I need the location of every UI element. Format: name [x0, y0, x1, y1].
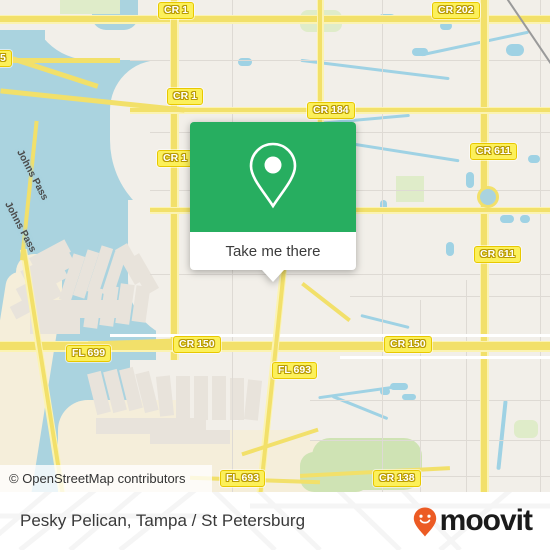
- minor-road-v5: [540, 0, 542, 492]
- pond-8: [520, 215, 530, 223]
- moovit-wordmark: moovit: [439, 504, 533, 537]
- attribution-text: © OpenStreetMap contributors: [9, 471, 186, 486]
- roundabout-cr611: [477, 186, 499, 208]
- minor-road-v4: [466, 280, 468, 492]
- page-title: Pesky Pelican, Tampa / St Petersburg: [20, 492, 305, 550]
- map-pin-icon: [246, 140, 300, 215]
- canal-block-c: [60, 300, 130, 318]
- footer-bar: Pesky Pelican, Tampa / St Petersburg moo…: [0, 492, 550, 550]
- shield-cr138[interactable]: CR 138: [373, 470, 421, 487]
- minor-road-v3: [382, 0, 384, 492]
- shield-edge-left[interactable]: 5: [0, 50, 12, 67]
- park-north-strip: [60, 0, 120, 14]
- park-east-small: [514, 420, 538, 438]
- moovit-smiley-pin-icon: [413, 507, 437, 537]
- moovit-map-screen: 5 CR 1 CR 202 CR 1 CR 184 CR 1 CR 611 CR…: [0, 0, 550, 550]
- pond-5: [466, 172, 474, 188]
- map-canvas[interactable]: 5 CR 1 CR 202 CR 1 CR 184 CR 1 CR 611 CR…: [0, 0, 550, 492]
- moovit-logo[interactable]: moovit: [413, 492, 533, 550]
- location-popup[interactable]: Take me there: [190, 122, 356, 282]
- shield-cr1-north[interactable]: CR 1: [158, 2, 194, 19]
- shield-cr150-east[interactable]: CR 150: [384, 336, 432, 353]
- minor-road-h5: [350, 296, 550, 298]
- shield-cr611-north[interactable]: CR 611: [470, 143, 518, 160]
- pond-9: [446, 242, 454, 256]
- pond-4: [506, 44, 524, 56]
- place-name-label: Pesky Pelican, Tampa / St Petersburg: [20, 511, 306, 530]
- shield-cr202[interactable]: CR 202: [432, 2, 480, 19]
- park-central: [396, 176, 424, 202]
- cr150-frontage-south: [340, 356, 550, 359]
- shield-fl699[interactable]: FL 699: [66, 345, 112, 362]
- minor-road-h6: [310, 400, 550, 402]
- canal-finger-7: [194, 376, 208, 420]
- shield-cr1-mid[interactable]: CR 1: [167, 88, 203, 105]
- shield-fl693-south[interactable]: FL 693: [220, 470, 266, 487]
- take-me-there-label: Take me there: [225, 242, 321, 260]
- attribution-bar[interactable]: © OpenStreetMap contributors: [0, 465, 212, 492]
- popup-icon-area: [190, 122, 356, 232]
- popup-action-label-area[interactable]: Take me there: [190, 232, 356, 270]
- cr1-vertical[interactable]: [171, 0, 177, 360]
- minor-road-h4: [150, 274, 550, 276]
- canal-finger-8: [212, 376, 226, 420]
- shield-cr150-west[interactable]: CR 150: [173, 336, 221, 353]
- shield-cr1-south[interactable]: CR 1: [157, 150, 193, 167]
- minor-road-v6: [420, 300, 422, 492]
- shield-cr611-south[interactable]: CR 611: [474, 246, 522, 263]
- canal-finger-6: [176, 376, 190, 420]
- canal-block-b: [150, 430, 230, 444]
- shield-cr184[interactable]: CR 184: [307, 102, 355, 119]
- shield-fl693-north[interactable]: FL 693: [272, 362, 318, 379]
- minor-road-h7: [310, 440, 550, 442]
- pond-6: [528, 155, 540, 163]
- popup-tail: [262, 270, 284, 282]
- pond-7: [500, 215, 514, 223]
